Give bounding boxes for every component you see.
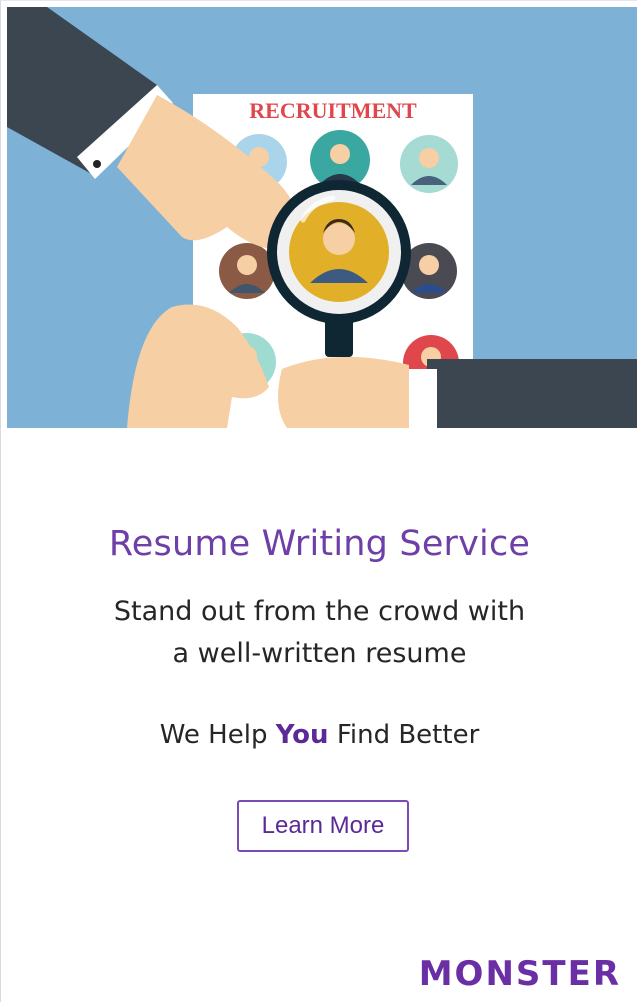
tagline-emphasis: You [275,720,329,750]
candidate-avatar-3 [400,135,458,193]
tagline-prefix: We Help [159,720,268,750]
right-arm-bottom [278,356,637,428]
recruitment-illustration: RECRUITMENT [7,7,637,428]
tagline: We Help You Find Better [1,720,637,750]
learn-more-button[interactable]: Learn More [237,800,409,852]
headline: Resume Writing Service [108,524,531,564]
subheadline-line-1: Stand out from the crowd with [113,596,526,627]
ad-content: Resume Writing Service Stand out from th… [1,428,637,1003]
hero-illustration: RECRUITMENT [7,7,637,428]
candidate-avatar-4 [219,243,275,299]
subheadline-line-2: a well-written resume [172,638,467,669]
subheadline: Stand out from the crowd with a well-wri… [1,591,637,675]
monster-logo[interactable]: MONSTER [419,954,621,994]
tagline-suffix: Find Better [336,720,480,750]
poster-title: RECRUITMENT [249,98,417,123]
ad-banner[interactable]: RECRUITMENT Resume Writing Service Stand… [0,0,637,1002]
